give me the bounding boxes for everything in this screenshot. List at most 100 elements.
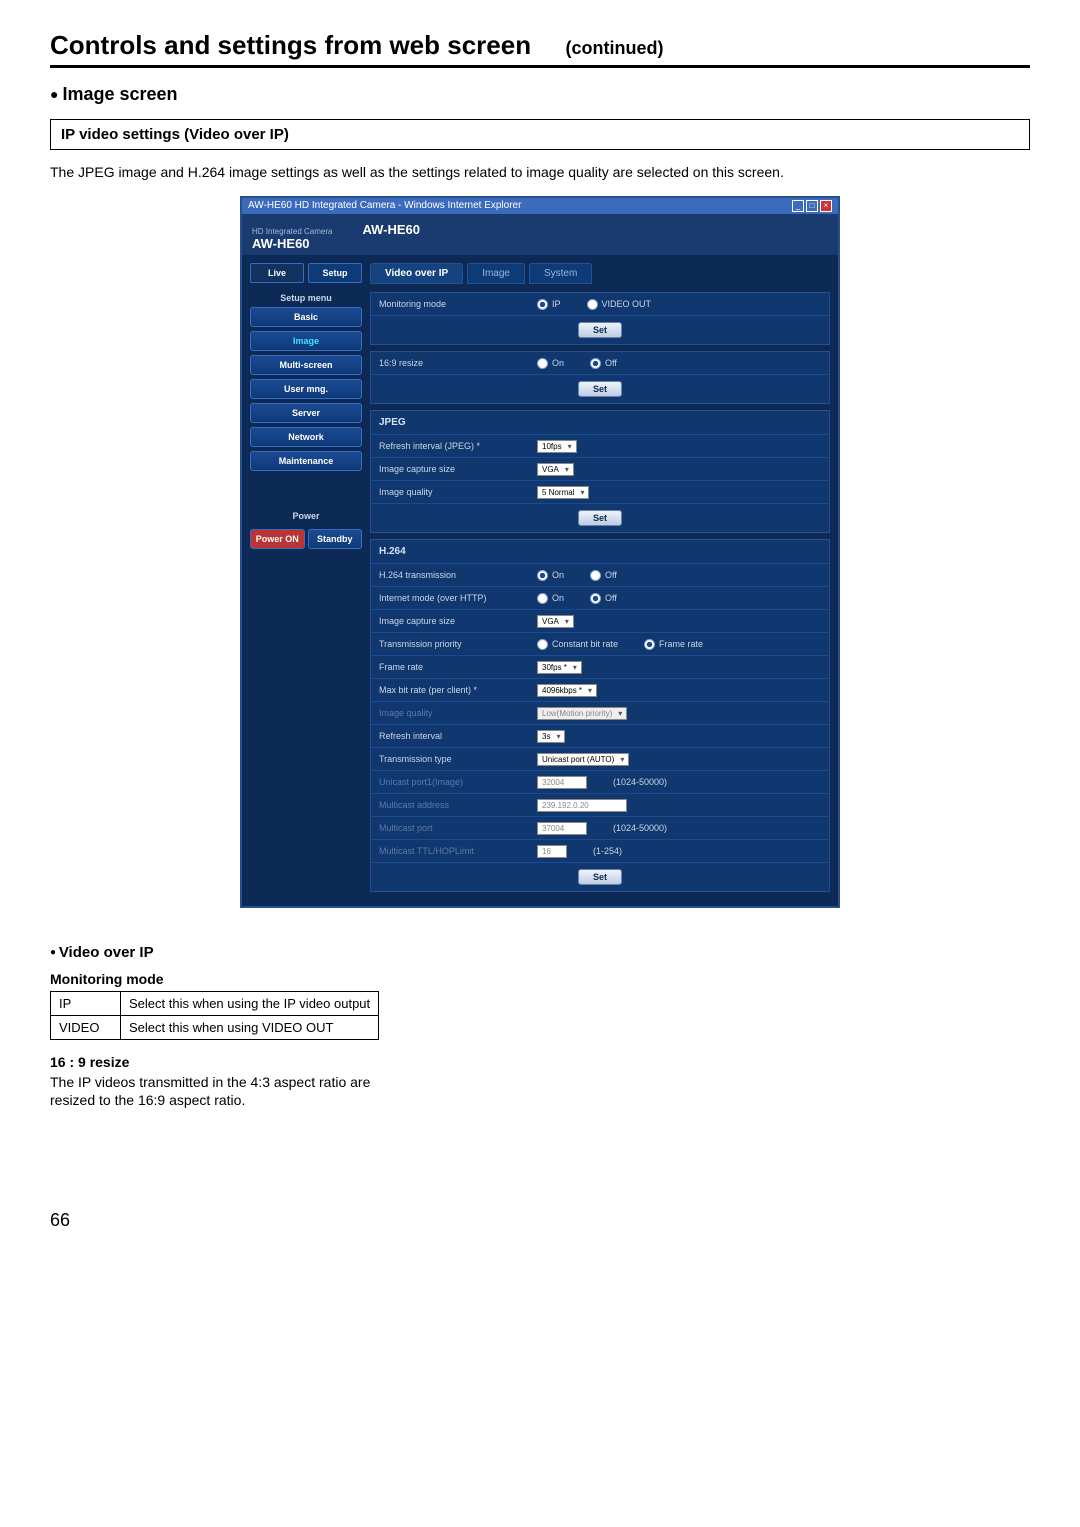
subsection-header: IP video settings (Video over IP) (50, 119, 1030, 150)
intro-text: The JPEG image and H.264 image settings … (50, 164, 1030, 180)
monitoring-videoout-radio[interactable]: VIDEO OUT (587, 299, 652, 310)
close-icon[interactable]: × (820, 200, 832, 212)
h264-maxbit-label: Max bit rate (per client) * (371, 679, 531, 701)
window-titlebar: AW-HE60 HD Integrated Camera - Windows I… (242, 198, 838, 214)
jpeg-capsize-label: Image capture size (371, 458, 531, 480)
h264-uport-input[interactable]: 32004 (537, 776, 587, 789)
h264-maddr-label: Multicast address (371, 794, 531, 816)
jpeg-quality-label: Image quality (371, 481, 531, 503)
h264-inet-on-radio[interactable]: On (537, 593, 564, 604)
jpeg-header: JPEG (371, 411, 531, 434)
tab-setup[interactable]: Setup (308, 263, 362, 283)
maximize-icon[interactable]: □ (806, 200, 818, 212)
h264-capsize-label: Image capture size (371, 610, 531, 632)
h264-mttl-range: (1-254) (593, 846, 622, 856)
sidebar-item-image[interactable]: Image (250, 331, 362, 351)
sidebar-item-server[interactable]: Server (250, 403, 362, 423)
h264-mttl-label: Multicast TTL/HOPLimit (371, 840, 531, 862)
jpeg-panel: JPEG Refresh interval (JPEG) * 10fps Imag… (370, 410, 830, 533)
h264-prio-label: Transmission priority (371, 633, 531, 655)
resize-on-radio[interactable]: On (537, 358, 564, 369)
power-on-button[interactable]: Power ON (250, 529, 305, 549)
power-label: Power (250, 511, 362, 521)
h264-mport-label: Multicast port (371, 817, 531, 839)
h264-set-button[interactable]: Set (578, 869, 622, 885)
window-controls: _ □ × (792, 200, 832, 212)
tab-video-over-ip[interactable]: Video over IP (370, 263, 463, 284)
h264-header: H.264 (371, 540, 531, 563)
page-title: Controls and settings from web screen (50, 30, 531, 61)
sidebar: Live Setup Setup menu Basic Image Multi-… (250, 263, 362, 898)
jpeg-quality-select[interactable]: 5 Normal (537, 486, 589, 499)
h264-frate-select[interactable]: 30fps * (537, 661, 582, 674)
sidebar-item-network[interactable]: Network (250, 427, 362, 447)
h264-panel: H.264 H.264 transmission On Off Internet m… (370, 539, 830, 892)
sidebar-item-usermng[interactable]: User mng. (250, 379, 362, 399)
sidebar-item-multiscreen[interactable]: Multi-screen (250, 355, 362, 375)
h264-inet-label: Internet mode (over HTTP) (371, 587, 531, 609)
h264-mttl-input[interactable]: 16 (537, 845, 567, 858)
sidebar-item-basic[interactable]: Basic (250, 307, 362, 327)
resize-label: 16:9 resize (371, 352, 531, 374)
h264-uport-label: Unicast port1(Image) (371, 771, 531, 793)
table-cell-ip-desc: Select this when using the IP video outp… (121, 992, 379, 1016)
header-model: AW-HE60 (362, 222, 420, 237)
jpeg-capsize-select[interactable]: VGA (537, 463, 574, 476)
page-number: 66 (50, 1210, 70, 1231)
h264-refint-label: Refresh interval (371, 725, 531, 747)
doc-resize-line1: The IP videos transmitted in the 4:3 asp… (50, 1074, 470, 1090)
jpeg-set-button[interactable]: Set (578, 510, 622, 526)
monitoring-ip-radio[interactable]: IP (537, 299, 561, 310)
h264-iq-label: Image quality (371, 702, 531, 724)
h264-prio-cbr-radio[interactable]: Constant bit rate (537, 639, 618, 650)
main-panel: Video over IP Image System Monitoring mo… (370, 263, 830, 898)
table-cell-ip: IP (51, 992, 121, 1016)
h264-trans-on-radio[interactable]: On (537, 570, 564, 581)
h264-ttype-select[interactable]: Unicast port (AUTO) (537, 753, 629, 766)
resize-off-radio[interactable]: Off (590, 358, 617, 369)
doc-resize-line2: resized to the 16:9 aspect ratio. (50, 1092, 470, 1108)
monitoring-mode-table: IPSelect this when using the IP video ou… (50, 991, 379, 1040)
table-cell-video-desc: Select this when using VIDEO OUT (121, 1016, 379, 1040)
section-header: Image screen (50, 84, 1030, 105)
h264-refint-select[interactable]: 3s (537, 730, 565, 743)
brand-text: AW-HE60 (252, 236, 310, 251)
brand-subtext: HD Integrated Camera (252, 227, 332, 236)
tab-system[interactable]: System (529, 263, 592, 284)
browser-screenshot: AW-HE60 HD Integrated Camera - Windows I… (240, 196, 840, 908)
tab-image[interactable]: Image (467, 263, 525, 284)
title-rule (50, 65, 1030, 68)
app-header: HD Integrated Camera AW-HE60 AW-HE60 (242, 214, 838, 255)
h264-prio-frate-radio[interactable]: Frame rate (644, 639, 703, 650)
monitoring-set-button[interactable]: Set (578, 322, 622, 338)
jpeg-refresh-select[interactable]: 10fps (537, 440, 577, 453)
h264-frate-label: Frame rate (371, 656, 531, 678)
h264-trans-label: H.264 transmission (371, 564, 531, 586)
monitoring-label: Monitoring mode (371, 293, 531, 315)
resize-set-button[interactable]: Set (578, 381, 622, 397)
h264-maddr-input[interactable]: 239.192.0.20 (537, 799, 627, 812)
monitoring-panel: Monitoring mode IP VIDEO OUT Set (370, 292, 830, 345)
doc-resize-header: 16 : 9 resize (50, 1054, 470, 1070)
h264-mport-range: (1024-50000) (613, 823, 667, 833)
doc-voip-header: Video over IP (50, 944, 470, 961)
h264-maxbit-select[interactable]: 4096kbps * (537, 684, 597, 697)
h264-capsize-select[interactable]: VGA (537, 615, 574, 628)
h264-inet-off-radio[interactable]: Off (590, 593, 617, 604)
h264-trans-off-radio[interactable]: Off (590, 570, 617, 581)
standby-button[interactable]: Standby (308, 529, 363, 549)
window-title: AW-HE60 HD Integrated Camera - Windows I… (248, 200, 521, 212)
doc-monitoring-header: Monitoring mode (50, 971, 470, 987)
continued-label: (continued) (566, 38, 664, 58)
h264-mport-input[interactable]: 37004 (537, 822, 587, 835)
table-cell-video: VIDEO (51, 1016, 121, 1040)
h264-ttype-label: Transmission type (371, 748, 531, 770)
h264-uport-range: (1024-50000) (613, 777, 667, 787)
sidebar-menu-label: Setup menu (250, 293, 362, 303)
minimize-icon[interactable]: _ (792, 200, 804, 212)
jpeg-refresh-label: Refresh interval (JPEG) * (371, 435, 531, 457)
resize-panel: 16:9 resize On Off Set (370, 351, 830, 404)
sidebar-item-maintenance[interactable]: Maintenance (250, 451, 362, 471)
h264-iq-select: Low(Motion priority) (537, 707, 627, 720)
tab-live[interactable]: Live (250, 263, 304, 283)
